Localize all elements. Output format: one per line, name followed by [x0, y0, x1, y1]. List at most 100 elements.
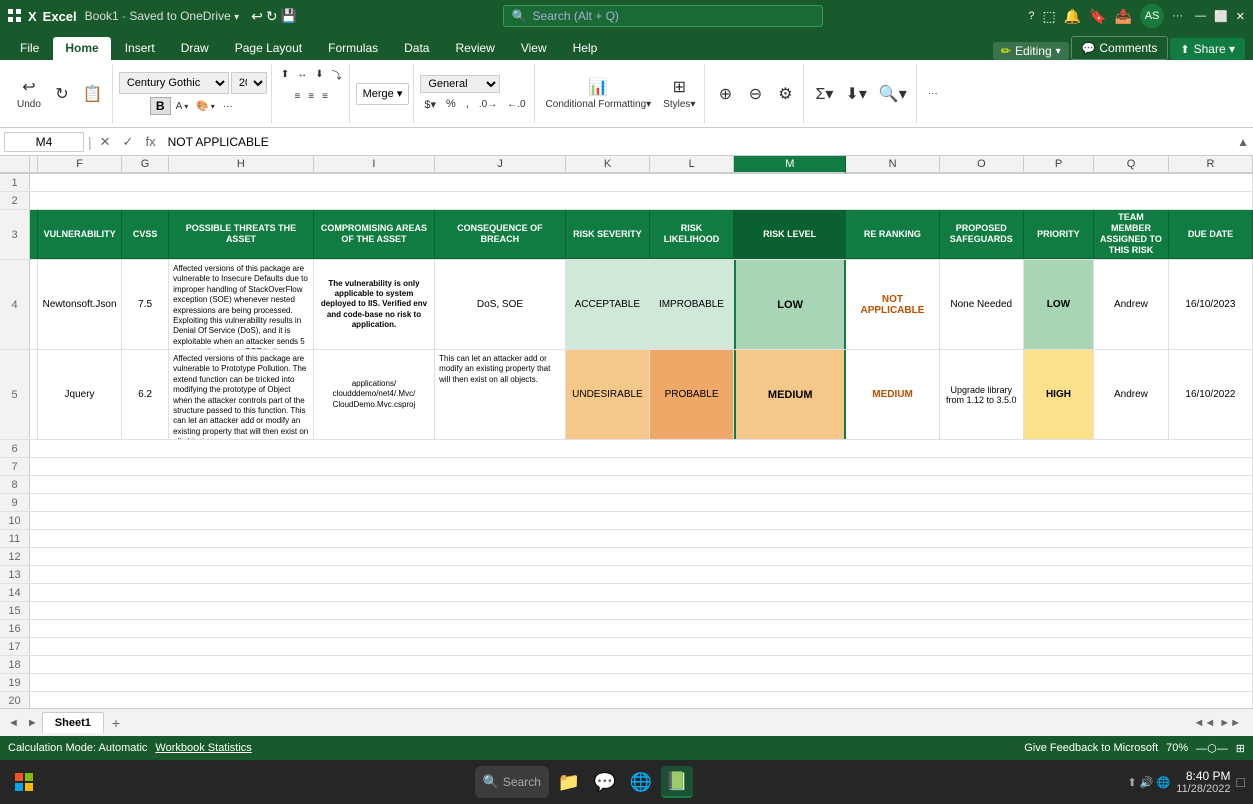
col-header-empty[interactable] — [30, 156, 38, 174]
tab-page-layout[interactable]: Page Layout — [223, 37, 314, 60]
comments-btn[interactable]: 💬 Comments — [1071, 36, 1169, 60]
format-cells-btn[interactable]: ⚙ — [771, 81, 799, 107]
wrap-text-btn[interactable]: ⤵ — [329, 64, 345, 85]
confirm-formula-btn[interactable]: ✓ — [119, 132, 138, 152]
col-header-l[interactable]: L — [650, 156, 734, 174]
tab-insert[interactable]: Insert — [113, 37, 167, 60]
more-ribbon-btn[interactable]: ··· — [919, 85, 947, 102]
more-font-btn[interactable]: ··· — [220, 98, 236, 115]
col-header-q[interactable]: Q — [1094, 156, 1169, 174]
save-icon[interactable]: 💾 — [281, 8, 297, 24]
ribbon-display-icon[interactable]: ⬚ — [1043, 8, 1056, 25]
cell-threats-2[interactable]: Affected versions of this package are vu… — [169, 350, 314, 439]
cell-team-member-1[interactable]: Andrew — [1094, 260, 1169, 349]
col-header-p[interactable]: P — [1024, 156, 1094, 174]
align-right-btn[interactable]: ≡ — [319, 88, 331, 105]
currency-btn[interactable]: $▾ — [420, 96, 440, 113]
redo-icon[interactable]: ↻ — [266, 8, 278, 25]
workbook-statistics-btn[interactable]: Workbook Statistics — [155, 742, 251, 754]
cancel-formula-btn[interactable]: ✕ — [96, 132, 115, 152]
cell-consequence-2[interactable]: This can let an attacker add or modify a… — [435, 350, 566, 439]
redo-ribbon-btn[interactable]: ↻ — [48, 81, 76, 107]
undo-icon[interactable]: ↩ — [251, 8, 263, 25]
cell-re-ranking-2[interactable]: MEDIUM — [846, 350, 939, 439]
tab-formulas[interactable]: Formulas — [316, 37, 390, 60]
tab-file[interactable]: File — [8, 37, 51, 60]
tab-home[interactable]: Home — [53, 37, 110, 60]
col-header-f[interactable]: F — [38, 156, 122, 174]
fit-page-btn[interactable]: ⊞ — [1236, 742, 1245, 755]
delete-cells-btn[interactable]: ⊖ — [741, 81, 769, 107]
show-desktop-btn[interactable]: □ — [1237, 774, 1245, 790]
cell-cvss-1[interactable]: 7.5 — [122, 260, 169, 349]
cell-team-member-2[interactable]: Andrew — [1094, 350, 1169, 439]
align-middle-btn[interactable]: ↔ — [294, 64, 310, 85]
cell-vulnerability-2[interactable]: Jquery — [38, 350, 122, 439]
font-size-select[interactable]: 20 8 10 12 14 16 18 24 — [231, 72, 267, 94]
cell-reference-input[interactable] — [4, 132, 84, 152]
cell-compromising-1[interactable]: The vulnerability is only applicable to … — [314, 260, 435, 349]
taskbar-search[interactable]: 🔍 Search — [475, 766, 549, 798]
insert-cells-btn[interactable]: ⊕ — [711, 81, 739, 107]
text-color-btn[interactable]: A▾ — [173, 98, 192, 115]
number-format-select[interactable]: General Number Currency — [420, 75, 500, 93]
cell-priority-2[interactable]: HIGH — [1024, 350, 1094, 439]
windows-grid-icon[interactable] — [8, 9, 22, 23]
tab-view[interactable]: View — [509, 37, 559, 60]
user-avatar[interactable]: AS — [1140, 4, 1164, 28]
share-btn[interactable]: ⬆ Share ▾ — [1170, 38, 1245, 60]
cell-safeguards-1[interactable]: None Needed — [940, 260, 1024, 349]
editing-mode[interactable]: ✏ Editing ▾ — [993, 42, 1069, 60]
cell-risk-level-2[interactable]: MEDIUM — [734, 350, 846, 439]
fill-btn[interactable]: ⬇▾ — [840, 81, 871, 107]
taskbar-excel[interactable]: 📗 — [661, 766, 693, 798]
align-center-btn[interactable]: ≡ — [305, 88, 317, 105]
share2-icon[interactable]: 📤 — [1115, 8, 1132, 25]
cell-threats-1[interactable]: Affected versions of this package are vu… — [169, 260, 314, 349]
maximize-btn[interactable]: ⬜ — [1214, 10, 1228, 23]
taskbar-files[interactable]: 📁 — [553, 766, 585, 798]
cell-due-date-2[interactable]: 16/10/2022 — [1169, 350, 1253, 439]
col-header-i[interactable]: I — [314, 156, 435, 174]
font-name-select[interactable]: Century Gothic — [119, 72, 229, 94]
format-as-table-btn[interactable]: ⊞Styles▾ — [658, 74, 700, 113]
cell-re-ranking-1[interactable]: NOT APPLICABLE — [846, 260, 939, 349]
taskbar-teams[interactable]: 💬 — [589, 766, 621, 798]
add-sheet-btn[interactable]: + — [104, 711, 128, 735]
align-left-btn[interactable]: ≡ — [291, 88, 303, 105]
cell-safeguards-2[interactable]: Upgrade library from 1.12 to 3.5.0 — [940, 350, 1024, 439]
tab-help[interactable]: Help — [561, 37, 610, 60]
more-options-icon[interactable]: ··· — [1172, 10, 1183, 22]
decrease-decimal-btn[interactable]: ←.0 — [503, 96, 529, 113]
undo-ribbon-btn[interactable]: ↩Undo — [12, 74, 46, 113]
percent-btn[interactable]: % — [442, 96, 460, 113]
search-bar[interactable]: 🔍 — [503, 5, 823, 27]
align-top-btn[interactable]: ⬆ — [278, 64, 292, 85]
sheet-tab-1[interactable]: Sheet1 — [42, 712, 104, 733]
fill-color-btn[interactable]: 🎨▾ — [193, 98, 217, 115]
search-input[interactable] — [533, 9, 814, 23]
help-icon[interactable]: ? — [1028, 10, 1034, 22]
col-header-k[interactable]: K — [566, 156, 650, 174]
insert-function-btn[interactable]: fx — [141, 132, 159, 151]
cell-risk-likelihood-1[interactable]: IMPROBABLE — [650, 260, 734, 349]
col-header-h[interactable]: H — [169, 156, 314, 174]
cell-due-date-1[interactable]: 16/10/2023 — [1169, 260, 1253, 349]
bold-btn[interactable]: B — [150, 97, 171, 115]
bookmark-icon[interactable]: 🔖 — [1089, 8, 1106, 25]
scroll-right-icon[interactable]: ◄◄ — [1193, 717, 1215, 729]
col-header-g[interactable]: G — [122, 156, 169, 174]
cell-risk-severity-1[interactable]: ACCEPTABLE — [566, 260, 650, 349]
cell-compromising-2[interactable]: applications/ cloudddemo/net4/.Mvc/ Clou… — [314, 350, 435, 439]
scroll-sheets-left[interactable]: ◄ — [4, 717, 23, 729]
scroll-sheets-right[interactable]: ► — [23, 717, 42, 729]
cell-priority-1[interactable]: LOW — [1024, 260, 1094, 349]
col-header-n[interactable]: N — [846, 156, 939, 174]
cell-risk-likelihood-2[interactable]: PROBABLE — [650, 350, 734, 439]
close-btn[interactable]: ✕ — [1236, 10, 1245, 23]
formula-expand-btn[interactable]: ▲ — [1237, 135, 1249, 149]
feedback-btn[interactable]: Give Feedback to Microsoft — [1024, 742, 1158, 754]
notifications-icon[interactable]: 🔔 — [1064, 8, 1081, 25]
comma-btn[interactable]: , — [462, 96, 473, 113]
cell-vulnerability-1[interactable]: Newtonsoft.Json — [38, 260, 122, 349]
